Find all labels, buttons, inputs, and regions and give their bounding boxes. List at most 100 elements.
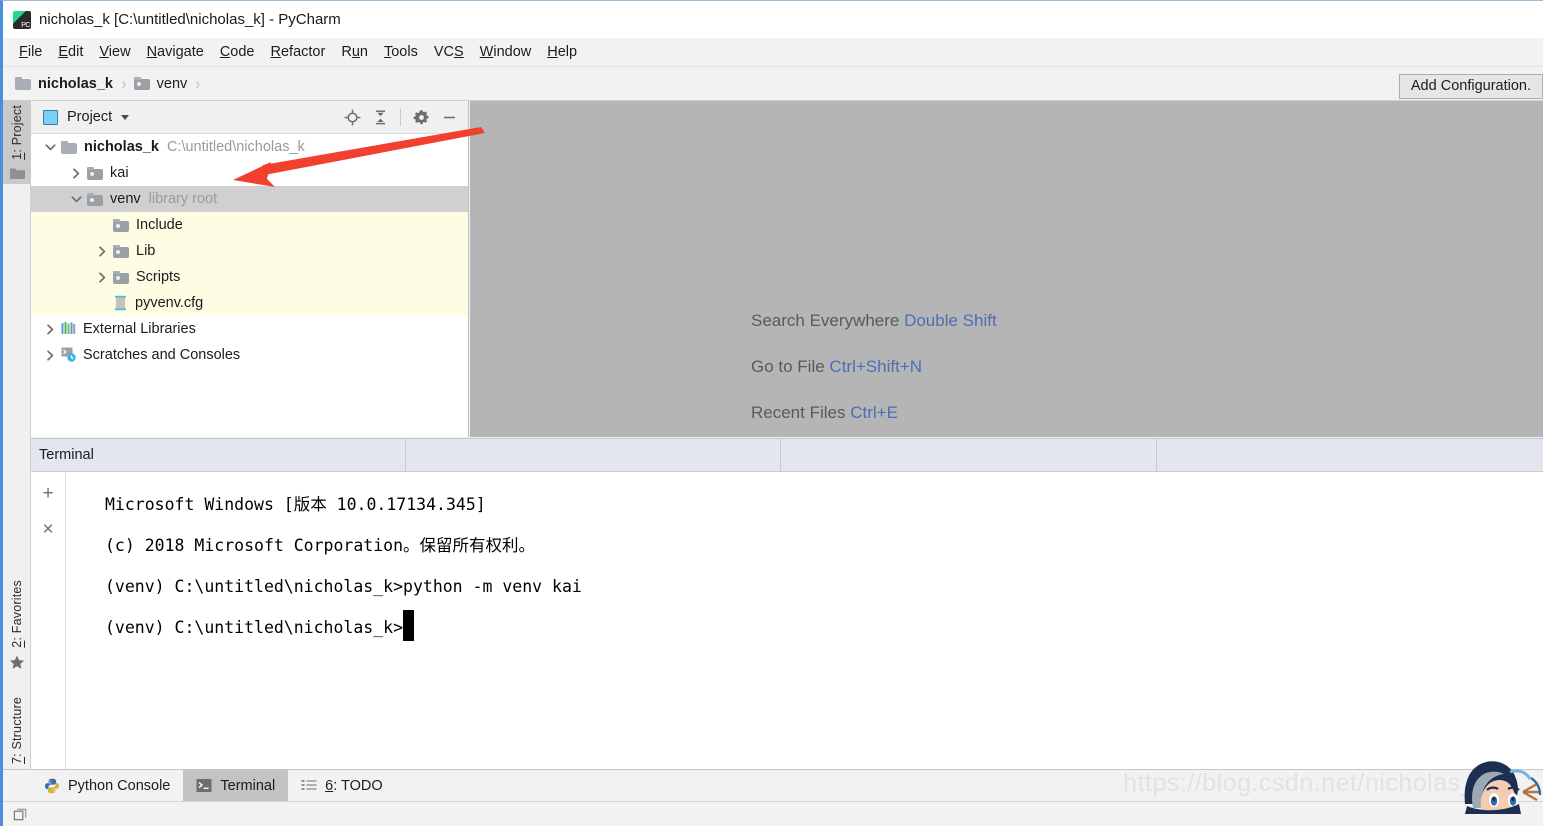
editor-hint-shortcut: Double Shift xyxy=(904,311,997,330)
tree-row-label: Scripts xyxy=(136,269,181,285)
new-session-icon[interactable]: + xyxy=(37,482,59,504)
tree-row-label: Lib xyxy=(136,243,156,259)
bottom-tab-6-todo[interactable]: 6: TODO xyxy=(288,770,396,801)
menu-bar: File Edit View Navigate Code Refactor Run Tools… xyxy=(3,38,1543,67)
menu-item-navigate[interactable]: Navigate xyxy=(139,41,212,63)
minimize-icon[interactable] xyxy=(436,104,462,130)
bottom-tab-python-console[interactable]: Python Console xyxy=(31,770,183,801)
folder-library-icon xyxy=(133,77,150,90)
menu-item-refactor[interactable]: Refactor xyxy=(263,41,334,63)
project-panel-header: Project xyxy=(31,101,468,134)
tree-row-label: External Libraries xyxy=(83,321,196,337)
menu-item-file[interactable]: File xyxy=(11,41,50,63)
breadcrumb-separator: › xyxy=(196,73,201,93)
editor-shortcut-hints: Search Everywhere Double Shift Go to File… xyxy=(751,311,997,423)
terminal-header: Terminal xyxy=(31,438,1543,472)
folder-icon xyxy=(61,140,77,154)
close-session-icon[interactable]: × xyxy=(37,518,59,540)
terminal-output[interactable]: Microsoft Windows [版本 10.0.17134.345] (c)… xyxy=(67,472,1543,769)
toolbar-divider xyxy=(400,108,401,126)
toggle-toolwindow-icon[interactable] xyxy=(13,807,28,822)
editor-hint: Search Everywhere Double Shift xyxy=(751,311,997,331)
sidebar-tab-project-label: 1: Project xyxy=(10,105,24,160)
collapse-all-icon[interactable] xyxy=(367,104,393,130)
chevron-right-icon[interactable] xyxy=(91,245,113,257)
terminal-line: Microsoft Windows [版本 10.0.17134.345] xyxy=(105,495,486,514)
add-configuration-button[interactable]: Add Configuration. xyxy=(1398,74,1543,99)
title-bar: nicholas_k [C:\untitled\nicholas_k] - Py… xyxy=(3,1,1543,38)
tree-row-label: Scratches and Consoles xyxy=(83,347,241,363)
project-folder-icon xyxy=(9,168,25,179)
sidebar-tab-favorites[interactable]: 2: Favorites xyxy=(3,576,31,674)
terminal-line: (venv) C:\untitled\nicholas_k>python -m … xyxy=(105,577,582,596)
chevron-down-icon[interactable] xyxy=(65,195,87,204)
folder-library-icon xyxy=(113,244,129,258)
gear-icon[interactable] xyxy=(408,104,434,130)
chevron-right-icon[interactable] xyxy=(39,349,61,361)
sidebar-tab-structure-label: 7: Structure xyxy=(10,697,24,765)
sidebar-tab-project[interactable]: 1: Project xyxy=(3,101,31,184)
editor-hint-action: Search Everywhere xyxy=(751,311,905,330)
editor-hint: Go to File Ctrl+Shift+N xyxy=(751,357,997,377)
breadcrumb-label: venv xyxy=(156,75,188,92)
project-tree[interactable]: nicholas_k C:\untitled\nicholas_kkai venv l… xyxy=(31,134,468,437)
tree-row-suffix: library root xyxy=(148,191,218,207)
breadcrumb-venv[interactable]: venv xyxy=(133,75,188,92)
terminal-icon xyxy=(196,778,212,793)
tree-row[interactable]: Lib xyxy=(31,238,468,264)
bottom-tab-terminal[interactable]: Terminal xyxy=(183,770,289,801)
chevron-down-icon[interactable] xyxy=(121,114,130,120)
star-icon xyxy=(9,655,25,669)
menu-item-code[interactable]: Code xyxy=(212,41,263,63)
tree-row-suffix: C:\untitled\nicholas_k xyxy=(166,139,305,155)
navigation-bar: nicholas_k › venv › Add Configuration. xyxy=(3,67,1543,101)
breadcrumb-nicholas_k[interactable]: nicholas_k xyxy=(15,76,113,92)
config-file-icon xyxy=(113,295,128,311)
tree-row[interactable]: kai xyxy=(31,160,468,186)
chevron-right-icon[interactable] xyxy=(65,167,87,179)
breadcrumb-separator: › xyxy=(121,73,126,93)
terminal-header-title: Terminal xyxy=(39,447,94,463)
bottom-tab-label: Python Console xyxy=(68,777,171,794)
tree-row[interactable]: nicholas_k C:\untitled\nicholas_k xyxy=(31,134,468,160)
terminal-cursor xyxy=(403,610,415,641)
bottom-tab-label: Terminal xyxy=(220,777,276,794)
locate-icon[interactable] xyxy=(339,104,365,130)
terminal-line: (c) 2018 Microsoft Corporation。保留所有权利。 xyxy=(105,536,536,555)
editor-hint-shortcut: Ctrl+E xyxy=(850,403,898,422)
folder-library-icon xyxy=(87,192,103,206)
editor-hint-shortcut: Ctrl+Shift+N xyxy=(829,357,923,376)
tree-row[interactable]: pyvenv.cfg xyxy=(31,290,468,316)
left-tool-strip: 1: Project 2: Favorites 7: Structure xyxy=(3,101,31,785)
terminal-tool-window: Terminal + × Microsoft Windows [版本 10.0.… xyxy=(31,438,1543,769)
chevron-right-icon[interactable] xyxy=(91,271,113,283)
tree-row-label: kai xyxy=(110,165,129,181)
editor-hint-action: Go to File xyxy=(751,357,830,376)
terminal-side-toolbar: + × xyxy=(31,472,66,769)
window-title: nicholas_k [C:\untitled\nicholas_k] - Py… xyxy=(39,11,341,28)
pycharm-window: nicholas_k [C:\untitled\nicholas_k] - Py… xyxy=(0,0,1543,826)
menu-item-vcs[interactable]: VCS xyxy=(426,41,472,63)
tree-row-label: pyvenv.cfg xyxy=(135,295,204,311)
tree-row-label: venv xyxy=(110,191,141,207)
tree-row[interactable]: External Libraries xyxy=(31,316,468,342)
chevron-right-icon[interactable] xyxy=(39,323,61,335)
project-panel-title: Project xyxy=(67,109,113,125)
tree-row[interactable]: Scratches and Consoles xyxy=(31,342,468,368)
folder-library-icon xyxy=(113,218,129,232)
status-bar xyxy=(3,801,1543,826)
editor-hint-action: Recent Files xyxy=(751,403,851,422)
chevron-down-icon[interactable] xyxy=(39,143,61,152)
menu-item-window[interactable]: Window xyxy=(472,41,540,63)
sidebar-tab-favorites-label: 2: Favorites xyxy=(10,580,24,648)
menu-item-edit[interactable]: Edit xyxy=(50,41,91,63)
menu-item-help[interactable]: Help xyxy=(539,41,585,63)
bottom-tool-window-bar: Python Console Terminal 6: TODO xyxy=(3,769,1543,801)
tree-row[interactable]: venv library root xyxy=(31,186,468,212)
tree-row[interactable]: Scripts xyxy=(31,264,468,290)
menu-item-run[interactable]: Run xyxy=(333,41,376,63)
menu-item-tools[interactable]: Tools xyxy=(376,41,426,63)
tree-row-label: nicholas_k xyxy=(84,139,159,155)
tree-row[interactable]: Include xyxy=(31,212,468,238)
menu-item-view[interactable]: View xyxy=(91,41,138,63)
